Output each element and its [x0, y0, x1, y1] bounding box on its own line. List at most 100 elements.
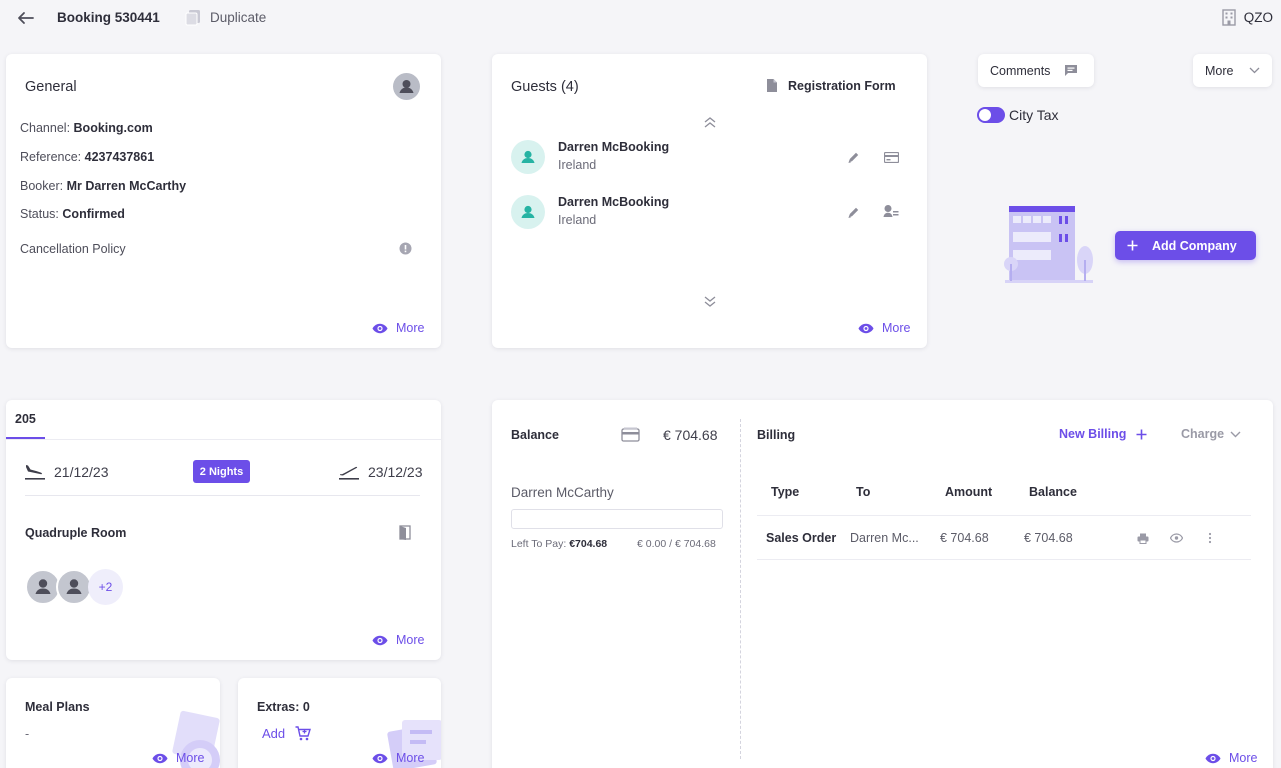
guest-country: Ireland	[558, 213, 597, 227]
city-tax-toggle[interactable]	[977, 107, 1005, 123]
door-icon[interactable]	[399, 525, 411, 540]
billing-card	[492, 400, 1273, 768]
extra-occupants-badge[interactable]: +2	[88, 569, 123, 605]
payment-progress-field[interactable]	[511, 509, 723, 529]
paid-ratio: € 0.00 / € 704.68	[637, 538, 716, 550]
room-more-link[interactable]: More	[372, 633, 424, 647]
left-to-pay-value: €704.68	[569, 538, 608, 550]
comments-button[interactable]: Comments	[978, 54, 1094, 87]
add-company-button[interactable]: Add Company	[1115, 231, 1256, 260]
column-header-balance[interactable]: Balance	[1029, 485, 1077, 499]
info-icon[interactable]	[399, 242, 412, 255]
eye-icon	[372, 753, 388, 764]
divider	[25, 495, 420, 496]
charge-label: Charge	[1181, 427, 1225, 441]
kebab-menu-icon[interactable]	[1208, 532, 1212, 544]
view-eye-icon[interactable]	[1170, 533, 1183, 543]
room-type: Quadruple Room	[25, 526, 127, 540]
document-icon	[766, 78, 778, 93]
guests-title: Guests (4)	[511, 79, 579, 95]
edit-pencil-icon[interactable]	[847, 151, 860, 164]
chevron-double-up-icon[interactable]	[703, 116, 717, 128]
table-row-divider	[757, 559, 1251, 560]
more-label: More	[396, 633, 425, 647]
card-icon[interactable]	[884, 152, 899, 163]
column-header-amount[interactable]: Amount	[945, 485, 992, 499]
building-illustration-icon	[1001, 202, 1097, 286]
back-arrow-icon[interactable]	[16, 9, 36, 27]
cart-plus-icon	[295, 726, 312, 741]
comments-label: Comments	[990, 63, 1051, 78]
property-selector[interactable]: QZO	[1222, 9, 1273, 26]
plane-takeoff-icon	[339, 463, 359, 480]
charge-dropdown[interactable]: Charge	[1181, 427, 1241, 441]
duplicate-label: Duplicate	[210, 10, 267, 25]
checkout-date: 23/12/23	[368, 464, 423, 480]
more-label: More	[1229, 751, 1258, 765]
plus-icon	[1127, 240, 1138, 251]
payer-name: Darren McCarthy	[511, 485, 614, 500]
meal-plans-more-link[interactable]: More	[152, 751, 204, 765]
extras-title: Extras: 0	[257, 700, 310, 714]
extras-more-link[interactable]: More	[372, 751, 424, 765]
plane-landing-icon	[25, 463, 45, 480]
balance-amount: € 704.68	[663, 427, 718, 443]
eye-icon	[1205, 753, 1221, 764]
billing-to-cell: Darren Mc...	[850, 531, 919, 545]
tab-bar-divider	[6, 439, 441, 440]
column-header-to[interactable]: To	[856, 485, 870, 499]
page-title: Booking 530441	[57, 10, 160, 25]
vertical-divider	[740, 419, 741, 759]
reference-row: Reference: 4237437861	[20, 150, 155, 164]
add-company-label: Add Company	[1152, 238, 1237, 253]
checkin-date: 21/12/23	[54, 464, 109, 480]
general-more-link[interactable]: More	[372, 321, 424, 335]
eye-icon	[372, 635, 388, 646]
status-value: Confirmed	[62, 207, 125, 221]
column-header-type[interactable]: Type	[771, 485, 799, 499]
meal-plans-value: -	[25, 727, 30, 741]
add-extra-button[interactable]: Add	[262, 726, 312, 741]
top-bar: Booking 530441 Duplicate QZO	[0, 0, 1281, 36]
occupant-avatar-icon	[56, 569, 92, 605]
edit-pencil-icon[interactable]	[847, 206, 860, 219]
guest-avatar-icon	[511, 140, 545, 174]
status-row: Status: Confirmed	[20, 207, 125, 221]
balance-label: Balance	[511, 428, 559, 442]
add-user-icon[interactable]	[883, 204, 899, 219]
new-billing-button[interactable]: New Billing	[1059, 427, 1147, 441]
chevron-down-icon	[1230, 431, 1241, 438]
guest-row[interactable]: Darren McBooking Ireland	[511, 140, 906, 180]
wallet-icon[interactable]	[621, 427, 640, 442]
more-dropdown-label: More	[1205, 63, 1234, 78]
channel-row: Channel: Booking.com	[20, 121, 153, 135]
new-billing-label: New Billing	[1059, 427, 1127, 441]
general-card	[6, 54, 441, 348]
billing-title: Billing	[757, 428, 796, 442]
guests-more-link[interactable]: More	[858, 321, 910, 335]
billing-more-link[interactable]: More	[1205, 751, 1257, 765]
guest-row[interactable]: Darren McBooking Ireland	[511, 195, 906, 235]
registration-form-button[interactable]: Registration Form	[766, 78, 896, 93]
active-tab-indicator	[6, 437, 45, 439]
comment-icon	[1064, 64, 1078, 77]
add-extra-label: Add	[262, 726, 286, 741]
billing-type-cell: Sales Order	[766, 531, 837, 545]
city-tax-label: City Tax	[1009, 107, 1059, 123]
booker-value: Mr Darren McCarthy	[66, 179, 187, 193]
copy-icon	[185, 9, 202, 26]
building-icon	[1222, 9, 1236, 26]
billing-amount-cell: € 704.68	[940, 531, 989, 545]
general-title: General	[25, 79, 77, 95]
user-avatar-icon[interactable]	[393, 73, 420, 100]
tab-room-205[interactable]: 205	[15, 412, 36, 426]
more-dropdown-button[interactable]: More	[1193, 54, 1272, 87]
chevron-double-down-icon[interactable]	[703, 296, 717, 308]
channel-value: Booking.com	[73, 121, 153, 135]
left-to-pay: Left To Pay: €704.68	[511, 538, 608, 550]
more-label: More	[882, 321, 911, 335]
more-label: More	[396, 321, 425, 335]
duplicate-button[interactable]: Duplicate	[185, 9, 266, 26]
printer-icon[interactable]	[1137, 533, 1149, 544]
booker-row: Booker: Mr Darren McCarthy	[20, 179, 187, 193]
